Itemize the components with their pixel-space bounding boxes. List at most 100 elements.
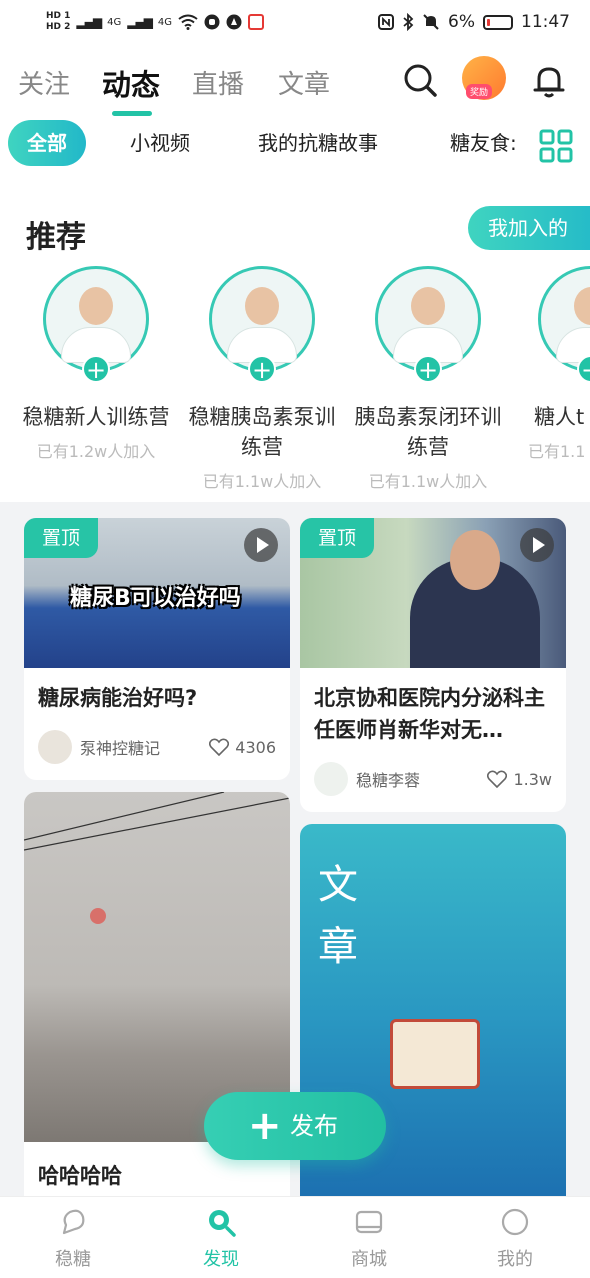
video-thumbnail: 置顶 xyxy=(300,518,566,668)
nav-label: 稳糖 xyxy=(55,1249,91,1270)
card-title: 哈哈哈哈 xyxy=(38,1164,122,1188)
hand-icon xyxy=(204,14,220,30)
camp-avatar: + xyxy=(538,266,590,383)
bottom-nav: 稳糖 发现 商城 我的 xyxy=(0,1196,590,1278)
like-button[interactable]: 1.3w xyxy=(487,770,552,789)
status-bar: HD 1 HD 2 ▂▄▆ 4G ▂▄▆ 4G 6% 11:47 xyxy=(0,0,590,44)
plus-icon[interactable]: + xyxy=(82,355,110,383)
chat-bubble-icon xyxy=(62,1209,85,1235)
heart-icon xyxy=(487,770,508,788)
tab-live[interactable]: 直播 xyxy=(192,64,244,101)
like-button[interactable]: 4306 xyxy=(209,738,276,757)
signal2-label: 4G xyxy=(157,16,173,28)
camp-joined-count: 已有1.2w人加入 xyxy=(36,442,156,461)
play-icon xyxy=(520,528,554,562)
pinned-badge: 置顶 xyxy=(300,518,374,558)
author-avatar xyxy=(314,762,348,796)
camp-name: 糖人t xyxy=(534,405,585,429)
bluetooth-icon xyxy=(403,13,414,31)
notification-app-icon xyxy=(248,14,265,30)
top-nav: 关注 动态 直播 文章 奖励 xyxy=(0,44,590,120)
play-icon xyxy=(244,528,278,562)
camp-card[interactable]: + 稳糖新人训练营 已有1.2w人加入 xyxy=(16,266,176,462)
status-left: HD 1 HD 2 ▂▄▆ 4G ▂▄▆ 4G xyxy=(46,11,265,33)
joined-button[interactable]: 我加入的 xyxy=(468,206,590,250)
tab-feed[interactable]: 动态 xyxy=(102,62,160,104)
like-count: 4306 xyxy=(235,737,276,757)
feed-card[interactable]: 置顶 北京协和医院内分泌科主任医师肖新华对无… 稳糖李蓉 1.3w xyxy=(300,518,566,812)
category-chips: 全部 小视频 我的抗糖故事 糖友食: xyxy=(0,120,590,172)
camp-joined-count: 已有1.1w人加入 xyxy=(368,472,488,491)
hd1-label: HD 1 xyxy=(46,11,71,21)
mute-bell-icon xyxy=(423,14,439,30)
signal-icon: ▂▄▆ xyxy=(127,15,153,29)
reward-avatar[interactable]: 奖励 xyxy=(462,56,506,100)
nav-item-discover[interactable]: 发现 xyxy=(166,1197,276,1271)
card-title: 糖尿病能治好吗? xyxy=(38,686,198,710)
like-count: 1.3w xyxy=(513,769,552,789)
battery-icon xyxy=(483,14,513,30)
pinned-badge: 置顶 xyxy=(24,518,98,558)
nav-label: 我的 xyxy=(497,1249,533,1270)
nav-label: 发现 xyxy=(203,1249,239,1270)
profile-icon xyxy=(501,1208,529,1236)
chip-my-story[interactable]: 我的抗糖故事 xyxy=(258,120,378,166)
bell-icon[interactable] xyxy=(530,62,568,100)
reward-badge: 奖励 xyxy=(466,84,493,99)
card-title: 北京协和医院内分泌科主任医师肖新华对无… xyxy=(314,686,545,742)
camp-joined-count: 已有1.1 xyxy=(528,442,586,461)
video-caption: 糖尿B可以治好吗 xyxy=(70,586,241,611)
chip-all[interactable]: 全部 xyxy=(8,120,86,166)
card-meta: 稳糖李蓉 1.3w xyxy=(314,762,552,796)
nfc-icon xyxy=(378,14,395,30)
camp-name: 稳糖胰岛素泵训练营 xyxy=(188,405,336,459)
camp-avatar: + xyxy=(43,266,149,383)
camp-card[interactable]: + 胰岛素泵闭环训练营 已有1.1w人加入 xyxy=(348,266,508,492)
grid-icon[interactable] xyxy=(536,126,576,166)
heart-icon xyxy=(209,738,230,756)
book-illustration xyxy=(390,1019,480,1089)
wifi-icon xyxy=(178,14,198,30)
signal1-label: 4G xyxy=(107,16,122,28)
publish-button[interactable]: + 发布 xyxy=(204,1092,386,1160)
author-name: 稳糖李蓉 xyxy=(356,771,421,790)
camp-avatar: + xyxy=(375,266,481,383)
tab-follow[interactable]: 关注 xyxy=(18,64,70,101)
location-icon xyxy=(226,14,242,30)
active-tab-indicator xyxy=(112,111,152,116)
clock: 11:47 xyxy=(521,12,570,32)
hd-indicator: HD 1 HD 2 xyxy=(46,11,70,33)
publish-label: 发布 xyxy=(290,1112,338,1140)
video-thumbnail: 糖尿B可以治好吗 置顶 xyxy=(24,518,290,668)
plus-icon[interactable]: + xyxy=(414,355,442,383)
camp-card[interactable]: + 稳糖胰岛素泵训练营 已有1.1w人加入 xyxy=(182,266,342,492)
nav-item-wentang[interactable]: 稳糖 xyxy=(18,1197,128,1271)
recommend-section: 推荐 我加入的 + 稳糖新人训练营 已有1.2w人加入 + 稳糖胰岛素泵训练营 … xyxy=(0,172,590,502)
author-name: 泵神控糖记 xyxy=(80,739,161,758)
nav-item-mall[interactable]: 商城 xyxy=(314,1197,424,1271)
camp-name: 稳糖新人训练营 xyxy=(22,405,170,429)
recommend-title: 推荐 xyxy=(26,220,86,255)
tab-articles[interactable]: 文章 xyxy=(278,64,330,101)
article-vertical-text: 文章 xyxy=(318,862,358,970)
nav-label: 商城 xyxy=(351,1249,387,1270)
sun-decoration xyxy=(90,908,106,924)
battery-percent: 6% xyxy=(448,12,475,32)
search-icon xyxy=(209,1210,236,1237)
status-right: 6% 11:47 xyxy=(378,12,570,32)
hd2-label: HD 2 xyxy=(46,22,71,32)
chip-short-video[interactable]: 小视频 xyxy=(130,120,190,166)
plus-icon: + xyxy=(248,1103,282,1149)
search-icon[interactable] xyxy=(402,62,438,98)
camp-name: 胰岛素泵闭环训练营 xyxy=(354,405,502,459)
shop-icon xyxy=(355,1210,383,1234)
camp-avatar: + xyxy=(209,266,315,383)
card-meta: 泵神控糖记 4306 xyxy=(38,730,276,764)
nav-item-mine[interactable]: 我的 xyxy=(460,1197,570,1271)
power-lines-decoration xyxy=(24,792,290,851)
feed-card[interactable]: 糖尿B可以治好吗 置顶 糖尿病能治好吗? 泵神控糖记 4306 xyxy=(24,518,290,780)
camp-card[interactable]: + 糖人t 已有1.1 xyxy=(514,266,590,462)
plus-icon[interactable]: + xyxy=(248,355,276,383)
photo-thumbnail xyxy=(24,792,290,1142)
chip-food[interactable]: 糖友食: xyxy=(450,120,517,166)
